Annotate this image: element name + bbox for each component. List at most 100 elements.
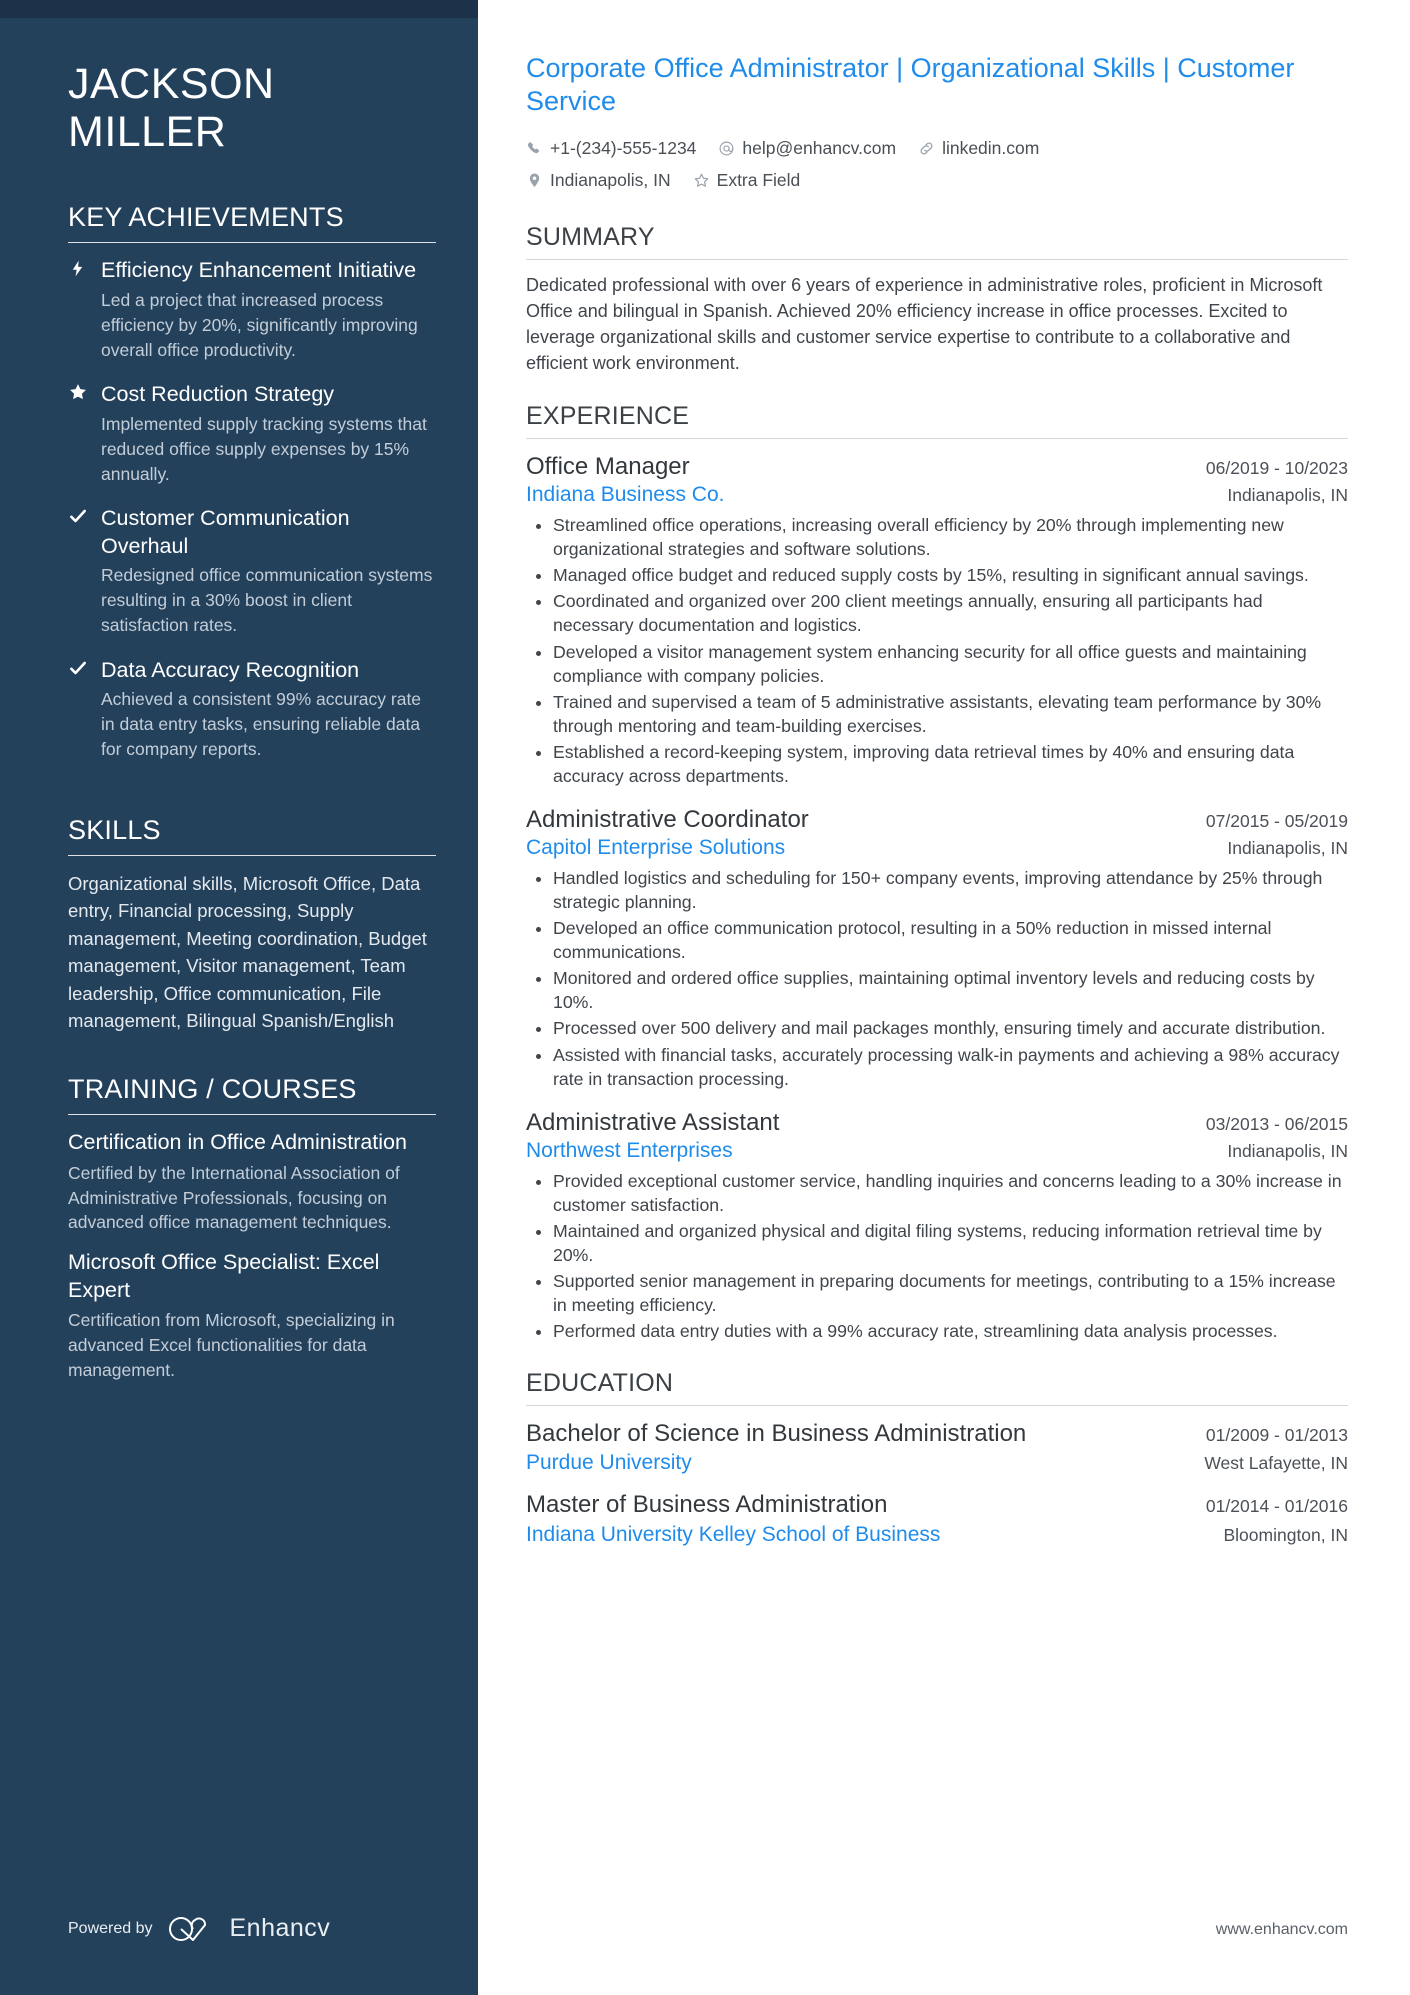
skills-text: Organizational skills, Microsoft Office,… [68,873,427,1031]
job-bullet: Managed office budget and reduced supply… [553,563,1348,587]
achievement-title: Data Accuracy Recognition [101,657,360,682]
experience-list: Office Manager 06/2019 - 10/2023 Indiana… [526,451,1348,1343]
education-location: West Lafayette, IN [1204,1453,1348,1474]
location-pin-icon [526,172,543,189]
summary-section: SUMMARY Dedicated professional with over… [526,223,1348,376]
course-description: Certified by the International Associati… [68,1162,400,1233]
job-bullet-list: Provided exceptional customer service, h… [526,1169,1348,1343]
enhancv-logo: Enhancv [167,1914,331,1943]
divider [68,242,436,244]
summary-heading: SUMMARY [526,222,655,251]
education-date-range: 01/2014 - 01/2016 [1205,1496,1348,1517]
contact-text: Extra Field [716,170,801,191]
job-bullet: Developed an office communication protoc… [553,916,1348,964]
divider [526,1405,1348,1407]
powered-by-footer: Powered by Enhancv [68,1914,330,1943]
experience-item: Office Manager 06/2019 - 10/2023 Indiana… [526,451,1348,788]
job-bullet: Established a record-keeping system, imp… [553,740,1348,788]
website-footer: www.enhancv.com [1215,1921,1348,1938]
contact-info: +1-(234)-555-1234 help@enhancv.com linke… [526,132,1348,197]
job-company[interactable]: Northwest Enterprises [526,1139,733,1163]
sidebar-top-bar [0,0,478,18]
key-achievements-section: KEY ACHIEVEMENTS Efficiency Enhancement … [68,202,436,775]
skills-heading: SKILLS [68,815,161,846]
contact-item[interactable]: Extra Field [693,164,801,196]
job-bullet: Provided exceptional customer service, h… [553,1169,1348,1217]
check-icon [68,505,101,651]
courses-list: Certification in Office Administration C… [68,1129,436,1383]
contact-text: Indianapolis, IN [550,170,671,191]
achievements-list: Efficiency Enhancement Initiative Led a … [68,257,436,775]
main-content: Corporate Office Administrator | Organiz… [478,0,1410,1995]
contact-text: +1-(234)-555-1234 [550,137,697,158]
contact-row-secondary: Indianapolis, IN Extra Field [526,164,1348,196]
phone-icon [526,140,543,157]
check-icon [68,657,101,775]
job-location: Indianapolis, IN [1227,838,1348,859]
enhancv-wordmark: Enhancv [229,1914,331,1942]
achievement-description: Implemented supply tracking systems that… [101,413,427,484]
experience-item: Administrative Assistant 03/2013 - 06/20… [526,1107,1348,1344]
job-title: Administrative Assistant [526,1108,780,1136]
job-location: Indianapolis, IN [1227,485,1348,506]
education-degree: Master of Business Administration [526,1491,888,1519]
job-date-range: 07/2015 - 05/2019 [1205,810,1348,831]
achievement-item: Efficiency Enhancement Initiative Led a … [68,257,436,375]
contact-item[interactable]: linkedin.com [918,132,1039,164]
achievement-description: Led a project that increased process eff… [101,289,418,360]
email-at-icon [718,140,735,157]
achievement-description: Achieved a consistent 99% accuracy rate … [101,689,422,760]
achievement-description: Redesigned office communication systems … [101,565,433,636]
job-title: Administrative Coordinator [526,805,809,833]
education-item: Bachelor of Science in Business Administ… [526,1418,1348,1475]
job-bullet: Handled logistics and scheduling for 150… [553,866,1348,914]
job-bullet: Monitored and ordered office supplies, m… [553,966,1348,1014]
job-bullet-list: Handled logistics and scheduling for 150… [526,866,1348,1091]
contact-text: help@enhancv.com [742,137,897,158]
experience-section: EXPERIENCE Office Manager 06/2019 - 10/2… [526,402,1348,1343]
contact-item[interactable]: Indianapolis, IN [526,164,671,196]
contact-text: linkedin.com [942,137,1040,158]
education-school[interactable]: Indiana University Kelley School of Busi… [526,1523,940,1547]
course-title: Microsoft Office Specialist: Excel Exper… [68,1250,380,1302]
star-icon [68,381,101,499]
key-achievements-heading: KEY ACHIEVEMENTS [68,202,344,233]
education-date-range: 01/2009 - 01/2013 [1205,1425,1348,1446]
course-description: Certification from Microsoft, specializi… [68,1310,395,1381]
link-icon [918,140,935,157]
achievement-title: Cost Reduction Strategy [101,382,335,407]
course-item: Certification in Office Administration C… [68,1129,436,1235]
education-school[interactable]: Purdue University [526,1451,692,1475]
course-item: Microsoft Office Specialist: Excel Exper… [68,1249,436,1383]
lightning-bolt-icon [68,257,101,375]
job-bullet: Streamlined office operations, increasin… [553,513,1348,561]
achievement-item: Cost Reduction Strategy Implemented supp… [68,381,436,499]
star-outline-icon [693,172,710,189]
first-name: JACKSON [68,60,275,108]
resume-page: JACKSON MILLER KEY ACHIEVEMENTS Efficien… [0,0,1410,1995]
divider [68,855,436,857]
achievement-item: Data Accuracy Recognition Achieved a con… [68,657,436,775]
contact-row-primary: +1-(234)-555-1234 help@enhancv.com linke… [526,132,1348,164]
job-bullet: Maintained and organized physical and di… [553,1219,1348,1267]
summary-text: Dedicated professional with over 6 years… [526,274,1323,373]
powered-by-label: Powered by [68,1919,153,1937]
job-date-range: 06/2019 - 10/2023 [1205,458,1348,478]
job-company[interactable]: Indiana Business Co. [526,483,724,507]
contact-item[interactable]: +1-(234)-555-1234 [526,132,696,164]
course-title: Certification in Office Administration [68,1130,407,1155]
job-bullet: Trained and supervised a team of 5 admin… [553,690,1348,738]
skills-section: SKILLS Organizational skills, Microsoft … [68,815,436,1034]
job-bullet: Supported senior management in preparing… [553,1269,1348,1317]
training-courses-section: TRAINING / COURSES Certification in Offi… [68,1074,436,1383]
achievement-title: Efficiency Enhancement Initiative [101,258,417,283]
experience-heading: EXPERIENCE [526,402,690,430]
job-bullet: Performed data entry duties with a 99% a… [553,1319,1348,1343]
job-bullet: Processed over 500 delivery and mail pac… [553,1016,1348,1040]
divider [526,258,1348,260]
education-section: EDUCATION Bachelor of Science in Busines… [526,1369,1348,1546]
contact-item[interactable]: help@enhancv.com [718,132,896,164]
job-company[interactable]: Capitol Enterprise Solutions [526,836,785,860]
education-location: Bloomington, IN [1223,1524,1348,1545]
candidate-name: JACKSON MILLER [68,60,436,156]
